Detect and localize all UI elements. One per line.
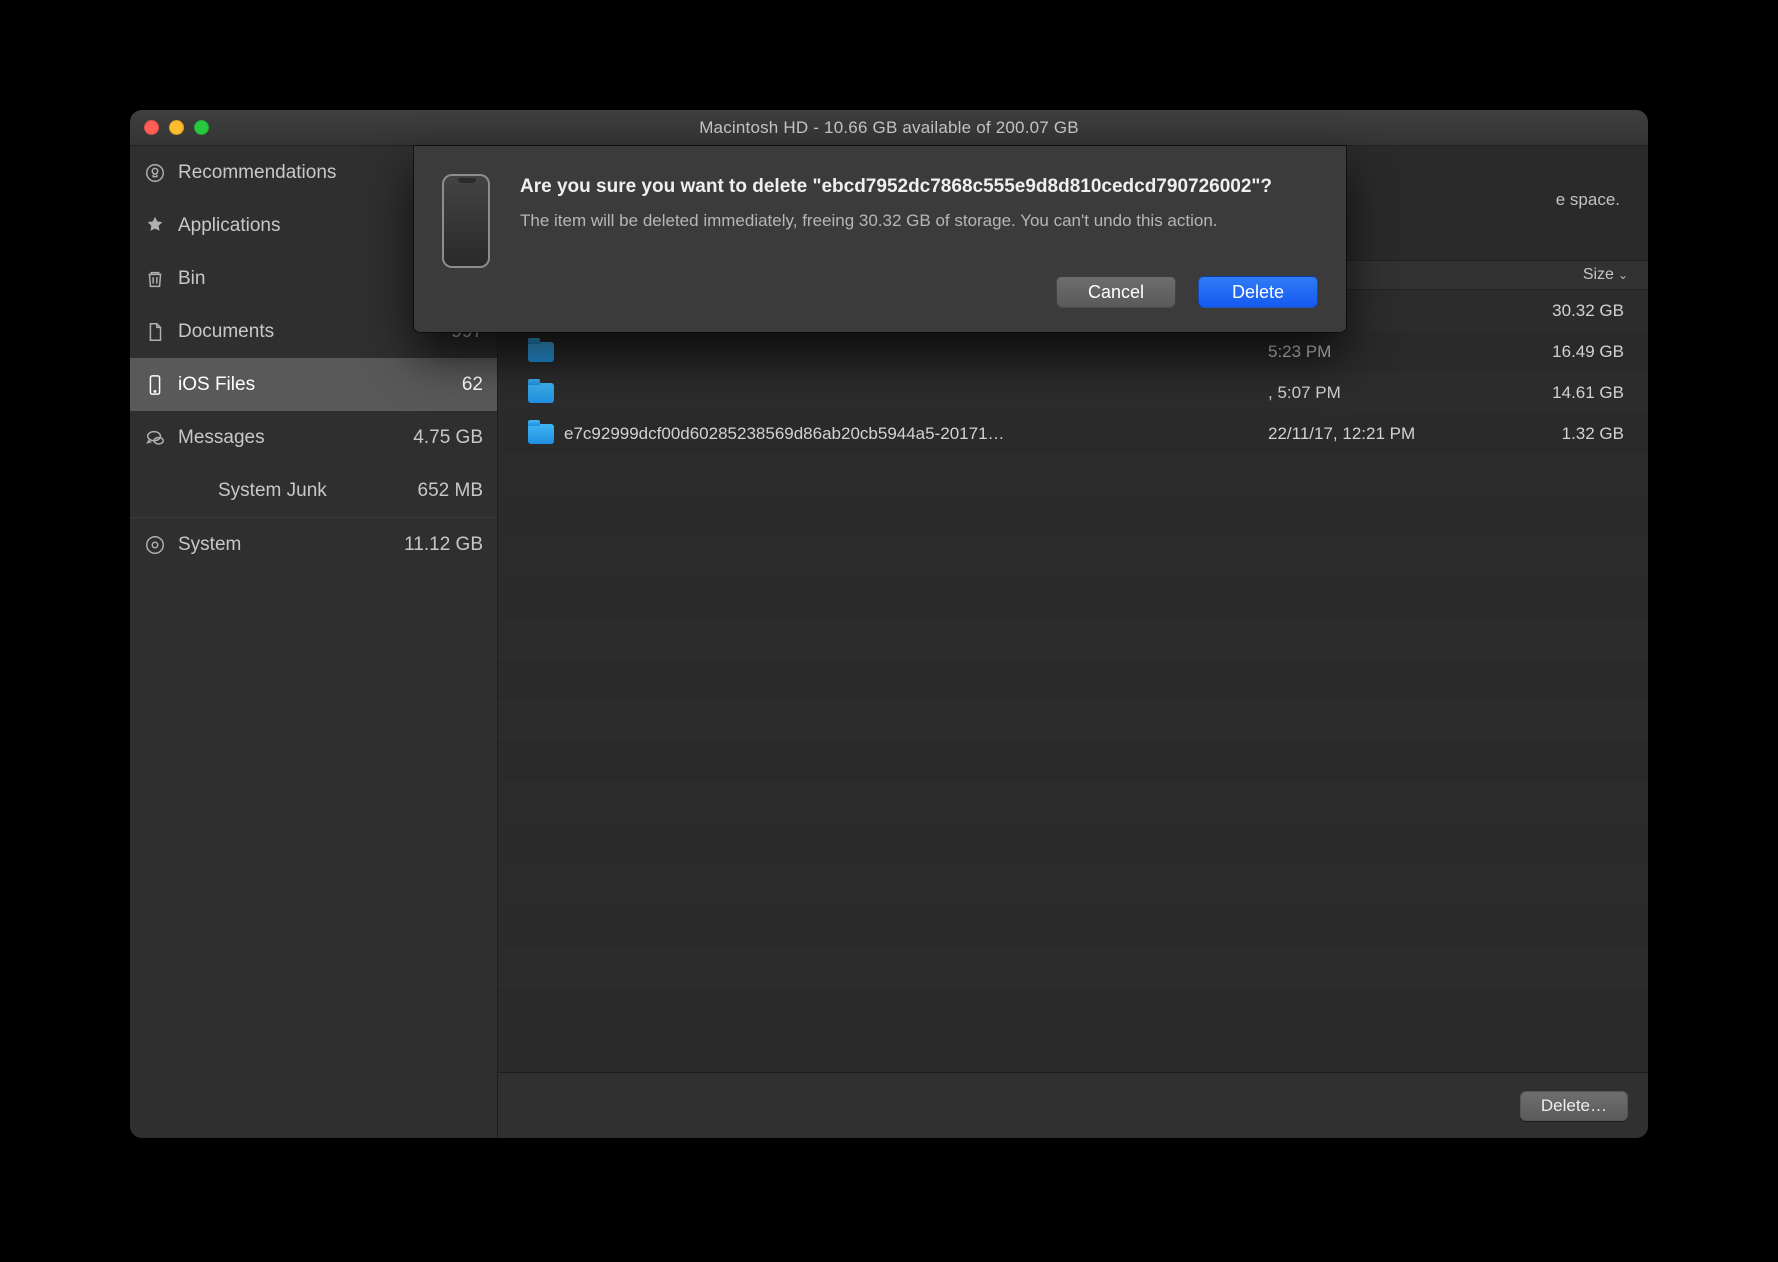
- lightbulb-icon: [142, 160, 168, 186]
- table-row-empty: [498, 659, 1648, 700]
- window-title: Macintosh HD - 10.66 GB available of 200…: [130, 118, 1648, 138]
- table-rows: ebcd7952dc7868c555e9d8d810cedcd790726002…: [498, 290, 1648, 1072]
- sidebar-item-ios-files[interactable]: iOS Files 62: [130, 358, 497, 411]
- delete-button-footer[interactable]: Delete…: [1520, 1091, 1628, 1121]
- table-header-size[interactable]: Size ⌄: [1518, 266, 1648, 284]
- file-date: 5:23 PM: [1258, 342, 1518, 362]
- table-row-empty: [498, 454, 1648, 495]
- sidebar-item-label: System: [178, 534, 394, 556]
- close-window-button[interactable]: [144, 120, 159, 135]
- minimize-window-button[interactable]: [169, 120, 184, 135]
- traffic-lights: [130, 120, 209, 135]
- phone-backup-icon: [442, 174, 490, 268]
- file-name: e7c92999dcf00d60285238569d86ab20cb5944a5…: [564, 424, 1258, 444]
- file-size: 1.32 GB: [1518, 424, 1648, 444]
- folder-icon: [528, 424, 554, 444]
- cancel-button[interactable]: Cancel: [1056, 276, 1176, 308]
- file-size: 14.61 GB: [1518, 383, 1648, 403]
- table-row-empty: [498, 618, 1648, 659]
- sidebar-item-system[interactable]: System 11.12 GB: [130, 518, 497, 571]
- table-row[interactable]: , 5:07 PM 14.61 GB: [498, 372, 1648, 413]
- delete-button[interactable]: Delete: [1198, 276, 1318, 308]
- dialog-subtext: The item will be deleted immediately, fr…: [520, 209, 1318, 233]
- file-date: 22/11/17, 12:21 PM: [1258, 424, 1518, 444]
- table-row[interactable]: 5:23 PM 16.49 GB: [498, 331, 1648, 372]
- table-row-empty: [498, 495, 1648, 536]
- folder-icon: [528, 383, 554, 403]
- confirm-delete-dialog: Are you sure you want to delete "ebcd795…: [414, 146, 1346, 332]
- sidebar-item-label: Messages: [178, 427, 403, 449]
- file-date: , 5:07 PM: [1258, 383, 1518, 403]
- dialog-heading: Are you sure you want to delete "ebcd795…: [520, 174, 1318, 201]
- dialog-text: Are you sure you want to delete "ebcd795…: [520, 174, 1318, 308]
- table-row-empty: [498, 864, 1648, 905]
- sidebar-item-value: 652 MB: [418, 480, 483, 502]
- documents-icon: [142, 319, 168, 345]
- window-titlebar[interactable]: Macintosh HD - 10.66 GB available of 200…: [130, 110, 1648, 146]
- sidebar-item-value: 4.75 GB: [413, 427, 483, 449]
- apps-icon: [142, 213, 168, 239]
- dialog-buttons: Cancel Delete: [520, 276, 1318, 308]
- sidebar-item-value: 11.12 GB: [404, 534, 483, 556]
- table-row-empty: [498, 823, 1648, 864]
- phone-icon: [142, 372, 168, 398]
- messages-icon: [142, 425, 168, 451]
- folder-icon: [528, 342, 554, 362]
- table-row-empty: [498, 905, 1648, 946]
- table-row-empty: [498, 577, 1648, 618]
- chevron-down-icon: ⌄: [1618, 268, 1628, 282]
- zoom-window-button[interactable]: [194, 120, 209, 135]
- sidebar-item-label: System Junk: [218, 480, 408, 502]
- sidebar-item-value: 62: [462, 374, 483, 396]
- sidebar-item-system-junk[interactable]: System Junk 652 MB: [130, 464, 497, 517]
- table-row[interactable]: e7c92999dcf00d60285238569d86ab20cb5944a5…: [498, 413, 1648, 454]
- sidebar-item-messages[interactable]: Messages 4.75 GB: [130, 411, 497, 464]
- stage: Macintosh HD - 10.66 GB available of 200…: [0, 0, 1778, 1262]
- file-size: 16.49 GB: [1518, 342, 1648, 362]
- table-header-size-label: Size: [1583, 266, 1614, 284]
- table-row-empty: [498, 700, 1648, 741]
- sidebar-item-label: iOS Files: [178, 374, 452, 396]
- file-size: 30.32 GB: [1518, 301, 1648, 321]
- table-row-empty: [498, 987, 1648, 1028]
- trash-icon: [142, 266, 168, 292]
- table-row-empty: [498, 946, 1648, 987]
- system-icon: [142, 532, 168, 558]
- main-footer: Delete…: [498, 1072, 1648, 1138]
- table-row-empty: [498, 741, 1648, 782]
- sidebar-item-label: Documents: [178, 321, 441, 343]
- table-row-empty: [498, 536, 1648, 577]
- table-row-empty: [498, 782, 1648, 823]
